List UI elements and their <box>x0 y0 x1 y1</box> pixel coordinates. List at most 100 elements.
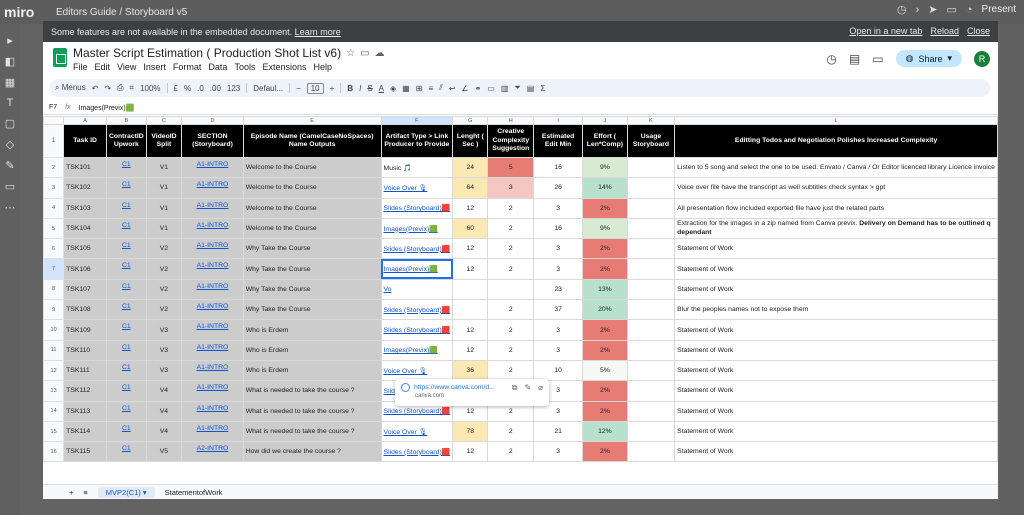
artifact-cell[interactable]: Vo <box>380 278 454 301</box>
contract-link-cell[interactable]: C1 <box>105 156 147 179</box>
edit-min-cell[interactable]: 16 <box>533 217 584 240</box>
video-id-cell[interactable]: V1 <box>145 197 183 219</box>
menu-tools[interactable]: Tools <box>234 62 255 72</box>
usage-storyboard-cell[interactable] <box>626 278 676 301</box>
notes-cell[interactable]: Statement of Work <box>674 420 998 443</box>
history-icon[interactable]: ◷ <box>826 52 836 66</box>
notes-cell[interactable]: Statement of Work <box>674 278 998 301</box>
usage-storyboard-cell[interactable] <box>626 156 676 179</box>
episode-name-cell[interactable]: Welcome to the Course <box>242 217 382 240</box>
episode-name-cell[interactable]: What is needed to take the course ? <box>242 400 382 422</box>
align-icon[interactable]: ≡ <box>428 84 433 93</box>
usage-storyboard-cell[interactable] <box>626 319 676 341</box>
length-cell[interactable]: 24 <box>452 156 489 179</box>
video-id-cell[interactable]: V4 <box>145 400 183 422</box>
contract-link-cell[interactable]: C1 <box>105 278 147 301</box>
header-cell[interactable]: Creative Complexity Suggestion <box>487 124 535 158</box>
redo-icon[interactable]: ↷ <box>104 84 111 93</box>
header-cell[interactable]: Episode Name (CamelCaseNoSpaces) Name Ou… <box>242 124 382 158</box>
video-id-cell[interactable]: V2 <box>145 238 183 260</box>
column-header[interactable]: A <box>63 116 107 125</box>
video-id-cell[interactable]: V2 <box>145 278 183 301</box>
notes-cell[interactable]: Extraction for the images in a zip named… <box>674 217 998 240</box>
length-cell[interactable]: 12 <box>452 441 489 463</box>
notes-cell[interactable]: Statement of Work <box>674 359 998 382</box>
effort-cell[interactable]: 2% <box>582 400 628 422</box>
row-number[interactable]: 3 <box>43 177 65 199</box>
menu-extensions[interactable]: Extensions <box>262 62 306 72</box>
artifact-cell[interactable]: Slides (Storyboard)🟥 <box>380 441 454 463</box>
artifact-cell[interactable]: Images(Previx)🟩 <box>380 217 454 240</box>
star-icon[interactable]: ☆ <box>346 48 355 59</box>
length-cell[interactable]: 12 <box>452 258 489 280</box>
effort-cell[interactable]: 14% <box>582 177 628 199</box>
notes-cell[interactable]: Statement of Work <box>674 400 998 422</box>
usage-storyboard-cell[interactable] <box>626 217 676 240</box>
complexity-cell[interactable]: 2 <box>487 319 535 341</box>
contract-link-cell[interactable]: C1 <box>105 238 147 260</box>
header-cell[interactable]: SECTION (Storyboard) <box>181 124 244 158</box>
video-id-cell[interactable]: V5 <box>145 441 183 463</box>
episode-name-cell[interactable]: Welcome to the Course <box>242 177 382 199</box>
artifact-cell[interactable]: Voice Over 🎙 <box>380 420 454 443</box>
effort-cell[interactable]: 2% <box>582 441 628 463</box>
copy-link-icon[interactable]: ⧉ <box>512 383 518 393</box>
usage-storyboard-cell[interactable] <box>626 400 676 422</box>
section-link-cell[interactable]: A1-INTRO <box>181 400 244 422</box>
episode-name-cell[interactable]: Why Take the Course <box>242 258 382 280</box>
strikethrough-icon[interactable]: S <box>367 84 372 93</box>
frame-tool-icon[interactable]: ◧ <box>5 55 15 68</box>
edit-min-cell[interactable]: 26 <box>533 177 584 199</box>
cell-reference[interactable]: F7 <box>49 104 57 111</box>
header-cell[interactable]: Lenght ( Sec ) <box>452 124 489 158</box>
column-header[interactable]: J <box>582 116 628 125</box>
bell-icon[interactable]: ◔ <box>966 4 973 16</box>
complexity-cell[interactable]: 2 <box>487 299 535 321</box>
percent-format[interactable]: % <box>184 84 191 93</box>
contract-link-cell[interactable]: C1 <box>105 258 147 280</box>
move-folder-icon[interactable]: ▭ <box>360 48 369 59</box>
notes-cell[interactable]: Listen to 5 song and select the one to b… <box>674 156 998 179</box>
length-cell[interactable]: 12 <box>452 197 489 219</box>
section-link-cell[interactable]: A1-INTRO <box>181 339 244 361</box>
edit-min-cell[interactable]: 3 <box>533 197 584 219</box>
row-number[interactable]: 10 <box>43 319 65 341</box>
episode-name-cell[interactable]: Why Take the Course <box>242 278 382 301</box>
usage-storyboard-cell[interactable] <box>626 299 676 321</box>
column-header[interactable]: G <box>452 116 489 125</box>
share-button[interactable]: ◍ Share ▾ <box>895 50 962 67</box>
section-link-cell[interactable]: A1-INTRO <box>181 197 244 219</box>
length-cell[interactable]: 60 <box>452 217 489 240</box>
video-id-cell[interactable]: V4 <box>145 380 183 402</box>
italic-icon[interactable]: I <box>359 84 361 93</box>
contract-link-cell[interactable]: C1 <box>105 339 147 361</box>
print-icon[interactable]: ⎙ <box>117 83 123 93</box>
menu-data[interactable]: Data <box>208 62 227 72</box>
effort-cell[interactable]: 2% <box>582 339 628 361</box>
task-id-cell[interactable]: TSK101 <box>63 156 107 179</box>
video-id-cell[interactable]: V4 <box>145 420 183 443</box>
learn-more-link[interactable]: Learn more <box>295 27 341 37</box>
contract-link-cell[interactable]: C1 <box>105 441 147 463</box>
section-link-cell[interactable]: A1-INTRO <box>181 420 244 443</box>
episode-name-cell[interactable]: Who is Erdem <box>242 359 382 382</box>
episode-name-cell[interactable]: Why Take the Course <box>242 299 382 321</box>
column-header[interactable]: C <box>145 116 183 125</box>
complexity-cell[interactable]: 2 <box>487 197 535 219</box>
task-id-cell[interactable]: TSK107 <box>63 278 107 301</box>
usage-storyboard-cell[interactable] <box>626 177 676 199</box>
video-id-cell[interactable]: V3 <box>145 359 183 382</box>
complexity-cell[interactable]: 5 <box>487 156 535 179</box>
edit-min-cell[interactable]: 10 <box>533 359 584 382</box>
row-number[interactable]: 6 <box>43 238 65 260</box>
link-icon[interactable]: ⚭ <box>475 84 482 93</box>
row-number[interactable]: 14 <box>43 400 65 422</box>
valign-icon[interactable]: ⫽ <box>439 83 443 93</box>
select-tool-icon[interactable]: ▸ <box>7 34 13 47</box>
edit-min-cell[interactable]: 3 <box>533 238 584 260</box>
header-cell[interactable]: Effort ( Len*Comp) <box>582 124 628 158</box>
menu-view[interactable]: View <box>117 62 136 72</box>
section-link-cell[interactable]: A1-INTRO <box>181 359 244 382</box>
length-cell[interactable] <box>452 299 489 321</box>
column-header[interactable]: K <box>626 116 676 125</box>
